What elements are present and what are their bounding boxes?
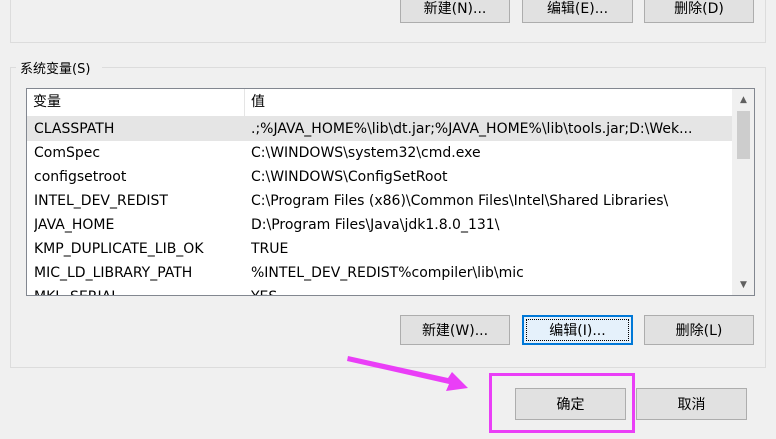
- annotation-highlight-box: [489, 373, 635, 433]
- annotation-arrow-icon: [347, 356, 468, 391]
- annotation-arrow-shape: [347, 356, 468, 391]
